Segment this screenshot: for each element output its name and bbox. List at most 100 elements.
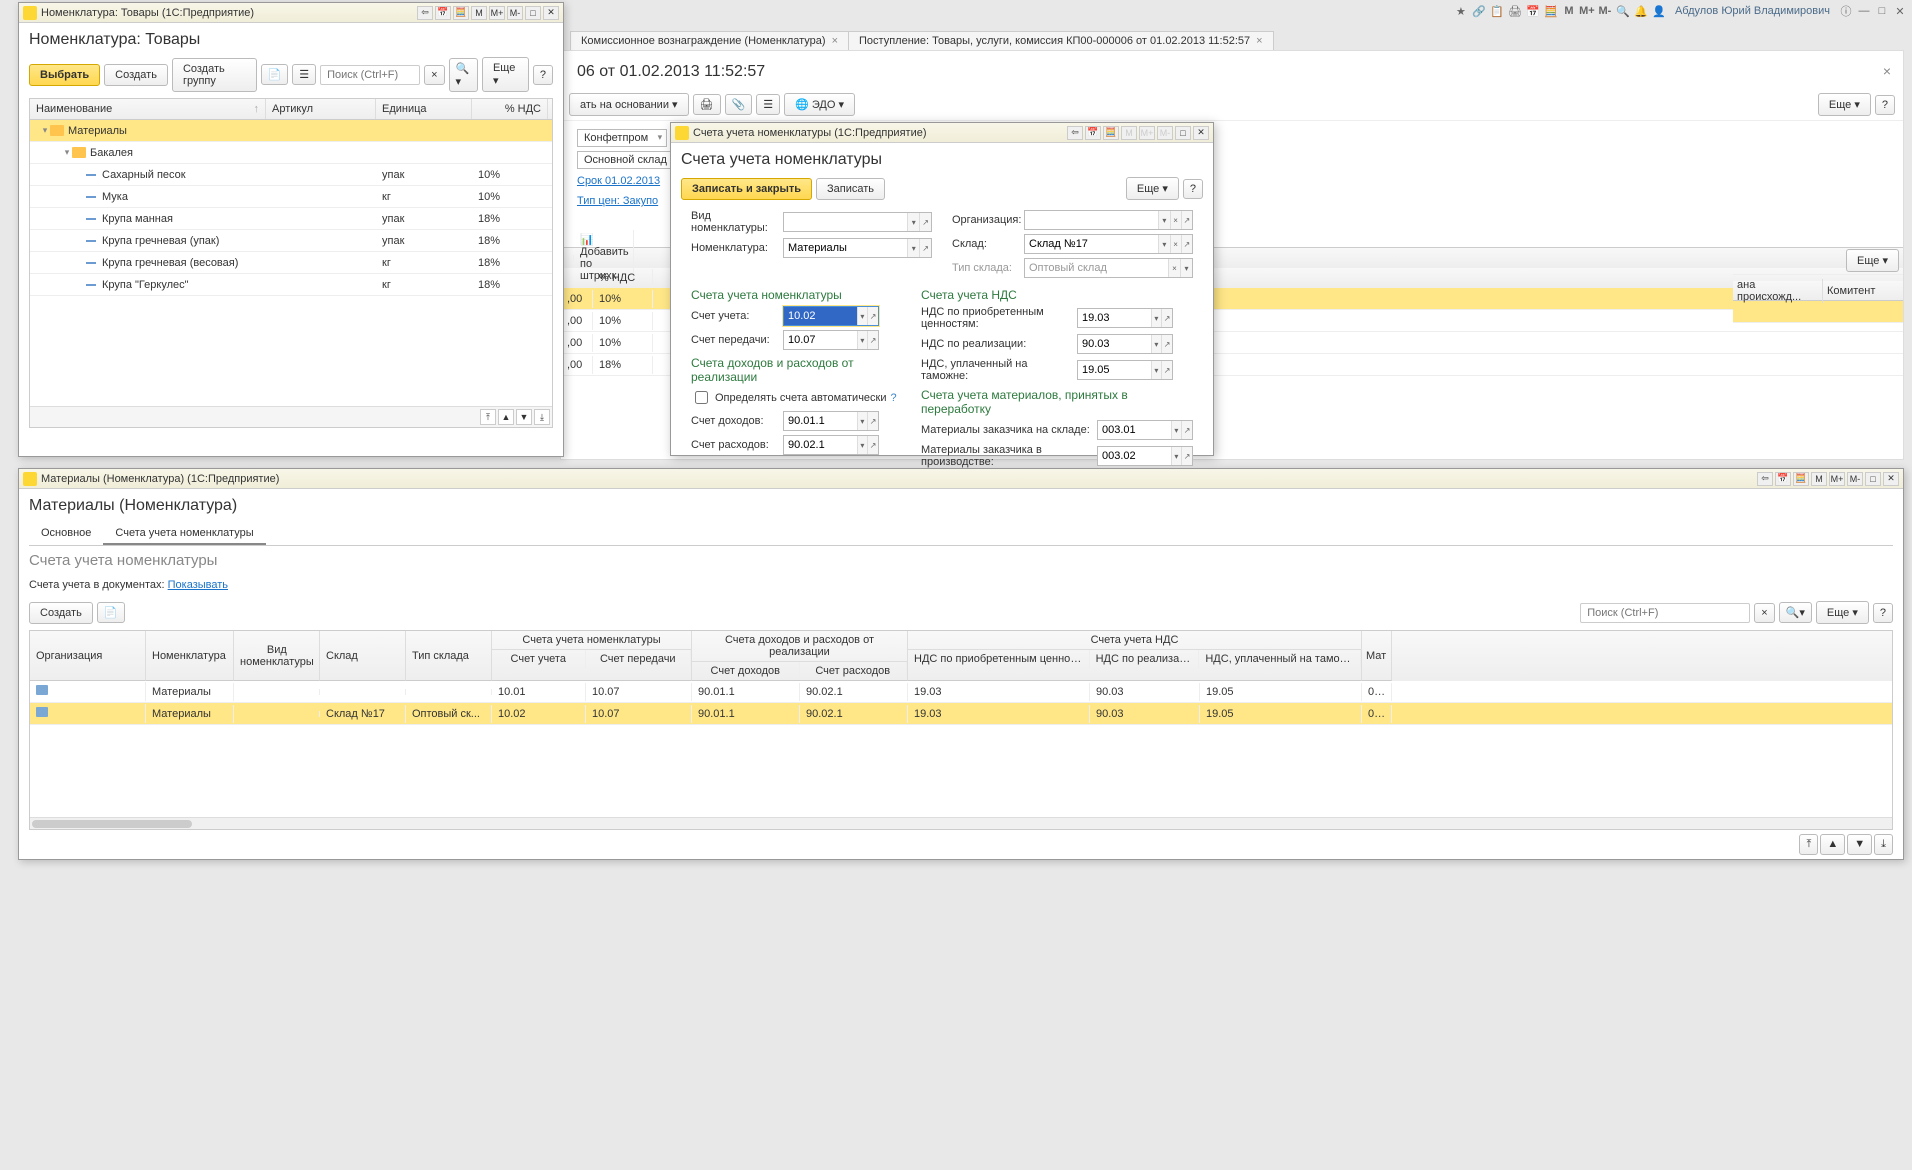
m-icon[interactable]: M [471, 6, 487, 20]
checkbox[interactable] [695, 391, 708, 404]
col-nomen[interactable]: Номенклатура [146, 631, 234, 681]
create-group-button[interactable]: Создать группу [172, 58, 257, 92]
org-input[interactable]: ▾×↗ [1024, 210, 1193, 230]
nomenclature-tree[interactable]: Наименование↑ Артикул Единица % НДС ▾Мат… [29, 98, 553, 428]
calendar-icon[interactable]: 📅 [1085, 126, 1101, 140]
expense-input[interactable]: ▾↗ [783, 435, 879, 455]
open-icon[interactable]: ↗ [867, 412, 878, 430]
dropdown-icon[interactable]: ▾ [1158, 235, 1169, 253]
print-icon[interactable]: 🖨 [693, 94, 721, 115]
mat-wh-input[interactable]: ▾↗ [1097, 420, 1193, 440]
col-acct[interactable]: Счет учета [492, 650, 586, 668]
col-unit[interactable]: Единица [376, 99, 472, 119]
nav-icon[interactable]: 📋 [1489, 3, 1505, 19]
col-nds-cust[interactable]: НДС, уплаченный на таможне [1199, 650, 1361, 668]
dropdown-icon[interactable]: ▾ [1151, 335, 1162, 353]
help-button[interactable]: ? [1873, 603, 1893, 623]
window-titlebar[interactable]: Счета учета номенклатуры (1С:Предприятие… [671, 123, 1213, 143]
tab-receipt[interactable]: Поступление: Товары, услуги, комиссия КП… [849, 31, 1274, 50]
dropdown-icon[interactable]: ▾ [1180, 259, 1192, 277]
col-wh[interactable]: Склад [320, 631, 406, 681]
dropdown-icon[interactable]: ▾ [1151, 361, 1162, 379]
auto-accounts-checkbox[interactable]: Определять счета автоматически ? [691, 388, 897, 407]
nav-icon[interactable]: 🖨 [1507, 3, 1523, 19]
down-icon[interactable]: ▼ [516, 409, 532, 425]
window-titlebar[interactable]: Номенклатура: Товары (1С:Предприятие) ⇦ … [19, 3, 563, 23]
clear-icon[interactable]: × [1170, 211, 1181, 229]
open-icon[interactable]: ↗ [867, 307, 878, 325]
calculator-icon[interactable]: 🧮 [453, 6, 469, 20]
zoom-icon[interactable]: 🔍 [1615, 3, 1631, 19]
m-minus-icon[interactable]: M- [1597, 3, 1613, 19]
search-input[interactable] [320, 65, 420, 85]
tree-row[interactable]: Крупа гречневая (упак) упак 18% [30, 230, 552, 252]
maximize-icon[interactable]: □ [1874, 3, 1890, 19]
mat-prod-input[interactable]: ▾↗ [1097, 446, 1193, 466]
open-icon[interactable]: ↗ [919, 239, 931, 257]
up-icon[interactable]: ▲ [498, 409, 514, 425]
col-name[interactable]: Наименование↑ [30, 99, 266, 119]
nav-icon[interactable]: 🔗 [1471, 3, 1487, 19]
m-plus-icon[interactable]: M+ [1579, 3, 1595, 19]
clear-icon[interactable]: × [1168, 259, 1180, 277]
help-button[interactable]: ? [533, 65, 553, 85]
list-icon[interactable]: ☰ [756, 94, 780, 115]
close-icon[interactable]: ✕ [543, 6, 559, 20]
tree-row[interactable]: Мука кг 10% [30, 186, 552, 208]
nav-icon[interactable]: ⇦ [1067, 126, 1083, 140]
transfer-input[interactable]: ▾↗ [783, 330, 879, 350]
calendar-icon[interactable]: 📅 [1525, 3, 1541, 19]
m-plus-icon[interactable]: M+ [489, 6, 505, 20]
open-icon[interactable]: ↗ [1181, 421, 1192, 439]
minimize-icon[interactable]: — [1856, 3, 1872, 19]
open-icon[interactable]: ↗ [1181, 447, 1192, 465]
more-button[interactable]: Еще ▾ [1126, 177, 1179, 200]
dropdown-icon[interactable]: ▾ [1171, 447, 1182, 465]
bell-icon[interactable]: 🔔 [1633, 3, 1649, 19]
nds-real-input[interactable]: ▾↗ [1077, 334, 1173, 354]
clear-icon[interactable]: × [1170, 235, 1181, 253]
col-transfer[interactable]: Счет передачи [586, 650, 691, 668]
open-icon[interactable]: ↗ [1161, 335, 1172, 353]
tab-accounts[interactable]: Счета учета номенклатуры [103, 523, 265, 545]
accounts-grid[interactable]: Организация Номенклатура Вид номенклатур… [29, 630, 1893, 830]
search-button[interactable]: 🔍▾ [449, 58, 478, 92]
select-button[interactable]: Выбрать [29, 64, 100, 86]
last-icon[interactable]: ⤓ [1874, 834, 1893, 855]
edo-button[interactable]: 🌐 ЭДО ▾ [784, 93, 855, 116]
first-icon[interactable]: ⤒ [1799, 834, 1818, 855]
help-button[interactable]: ? [1183, 179, 1203, 199]
tree-row[interactable]: ▾Материалы [30, 120, 552, 142]
table-row[interactable]: Материалы Склад №17 Оптовый ск... 10.02 … [30, 703, 1892, 725]
down-icon[interactable]: ▼ [1847, 834, 1872, 855]
open-icon[interactable]: ↗ [867, 436, 878, 454]
dropdown-icon[interactable]: ▾ [1171, 421, 1182, 439]
close-icon[interactable]: ✕ [1193, 126, 1209, 140]
last-icon[interactable]: ⤓ [534, 409, 550, 425]
more-button[interactable]: Еще ▾ [1816, 601, 1869, 624]
save-button[interactable]: Записать [816, 178, 885, 200]
dropdown-icon[interactable]: ▾ [857, 307, 868, 325]
create-button[interactable]: Создать [29, 602, 93, 624]
calculator-icon[interactable]: 🧮 [1793, 472, 1809, 486]
first-icon[interactable]: ⤒ [480, 409, 496, 425]
show-mode-link[interactable]: Показывать [168, 577, 228, 593]
m-icon[interactable]: M [1811, 472, 1827, 486]
more-button[interactable]: Еще ▾ [482, 57, 529, 92]
tree-row[interactable]: Крупа гречневая (весовая) кг 18% [30, 252, 552, 274]
create-based-on-button[interactable]: ать на основании ▾ [569, 93, 689, 116]
col-mat[interactable]: Мат [1362, 631, 1392, 681]
nav-icon[interactable]: ★ [1453, 3, 1469, 19]
refresh-icon[interactable]: 📄 [97, 602, 125, 623]
open-icon[interactable]: ↗ [867, 331, 878, 349]
clear-search-icon[interactable]: × [424, 65, 444, 85]
tree-row[interactable]: Сахарный песок упак 10% [30, 164, 552, 186]
m-minus-icon[interactable]: M- [1847, 472, 1863, 486]
open-icon[interactable]: ↗ [1161, 361, 1172, 379]
more-button[interactable]: Еще ▾ [1846, 249, 1899, 272]
income-input[interactable]: ▾↗ [783, 411, 879, 431]
due-date-link[interactable]: Срок 01.02.2013 [577, 173, 660, 189]
nomenclature-input[interactable]: ▾↗ [783, 238, 932, 258]
dropdown-icon[interactable]: ▾ [857, 436, 868, 454]
info-icon[interactable]: ⓘ [1838, 3, 1854, 19]
